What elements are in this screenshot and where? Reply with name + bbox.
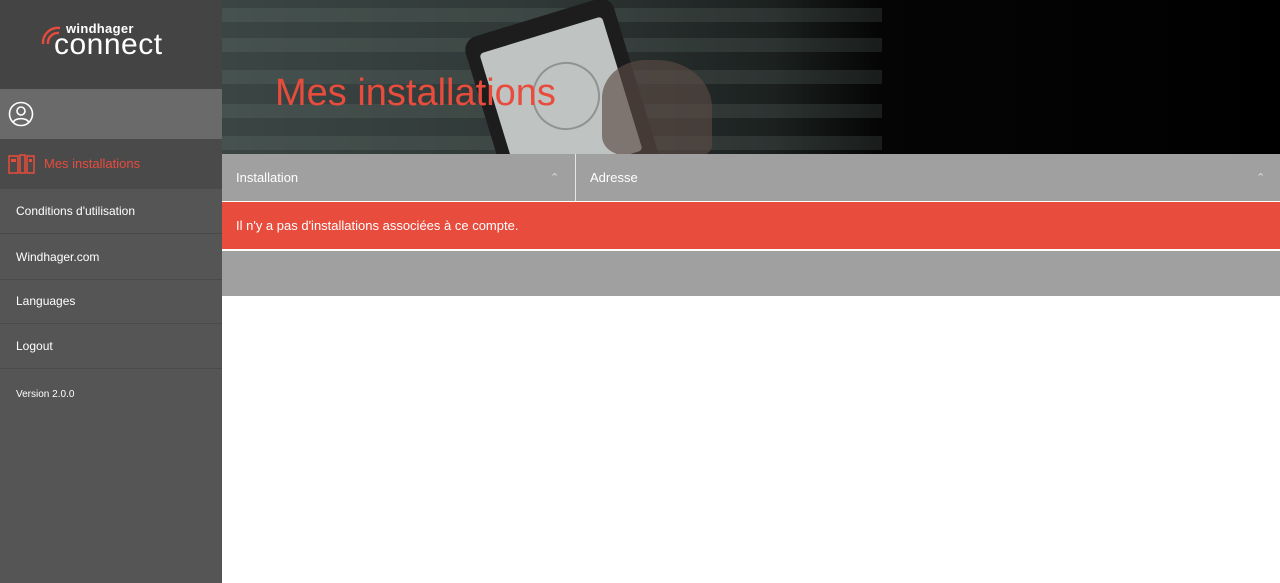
- brand-logo[interactable]: windhager connect: [0, 0, 222, 89]
- sidebar-item-languages[interactable]: Languages: [0, 279, 222, 324]
- sidebar-item-label: Conditions d'utilisation: [16, 204, 136, 218]
- installations-icon: [8, 154, 35, 174]
- sidebar-item-logout[interactable]: Logout: [0, 324, 222, 369]
- sidebar-item-label: Mes installations: [44, 156, 141, 171]
- sidebar-item-mes-installations[interactable]: Mes installations: [0, 139, 222, 189]
- sidebar-item-windhager-com[interactable]: Windhager.com: [0, 235, 222, 280]
- column-header-adresse[interactable]: Adresse ⌃: [576, 154, 1280, 201]
- user-profile-row[interactable]: [0, 89, 222, 139]
- chevron-up-icon: ⌃: [1256, 172, 1266, 184]
- brand-name-main: connect: [54, 28, 163, 61]
- sidebar-item-label: Languages: [16, 294, 76, 308]
- installations-table-header: Installation ⌃ Adresse ⌃: [222, 154, 1280, 201]
- empty-state-message: Il n'y a pas d'installations associées à…: [236, 218, 519, 233]
- page-title: Mes installations: [275, 72, 556, 114]
- empty-state-row: Il n'y a pas d'installations associées à…: [222, 202, 1280, 249]
- table-footer: [222, 251, 1280, 296]
- sidebar-item-label: Windhager.com: [16, 250, 100, 264]
- hero-hand-image: [602, 60, 712, 154]
- sidebar-item-conditions[interactable]: Conditions d'utilisation: [0, 189, 222, 234]
- column-header-installation[interactable]: Installation ⌃: [222, 154, 575, 201]
- column-header-label: Installation: [236, 170, 299, 185]
- user-circle-icon: [8, 101, 34, 127]
- sidebar: windhager connect Mes installations Cond…: [0, 0, 222, 583]
- chevron-up-icon: ⌃: [550, 172, 560, 184]
- app-version: Version 2.0.0: [16, 389, 75, 400]
- column-header-label: Adresse: [590, 170, 638, 185]
- hero-banner: Mes installations: [222, 0, 1280, 154]
- sidebar-item-label: Logout: [16, 339, 53, 353]
